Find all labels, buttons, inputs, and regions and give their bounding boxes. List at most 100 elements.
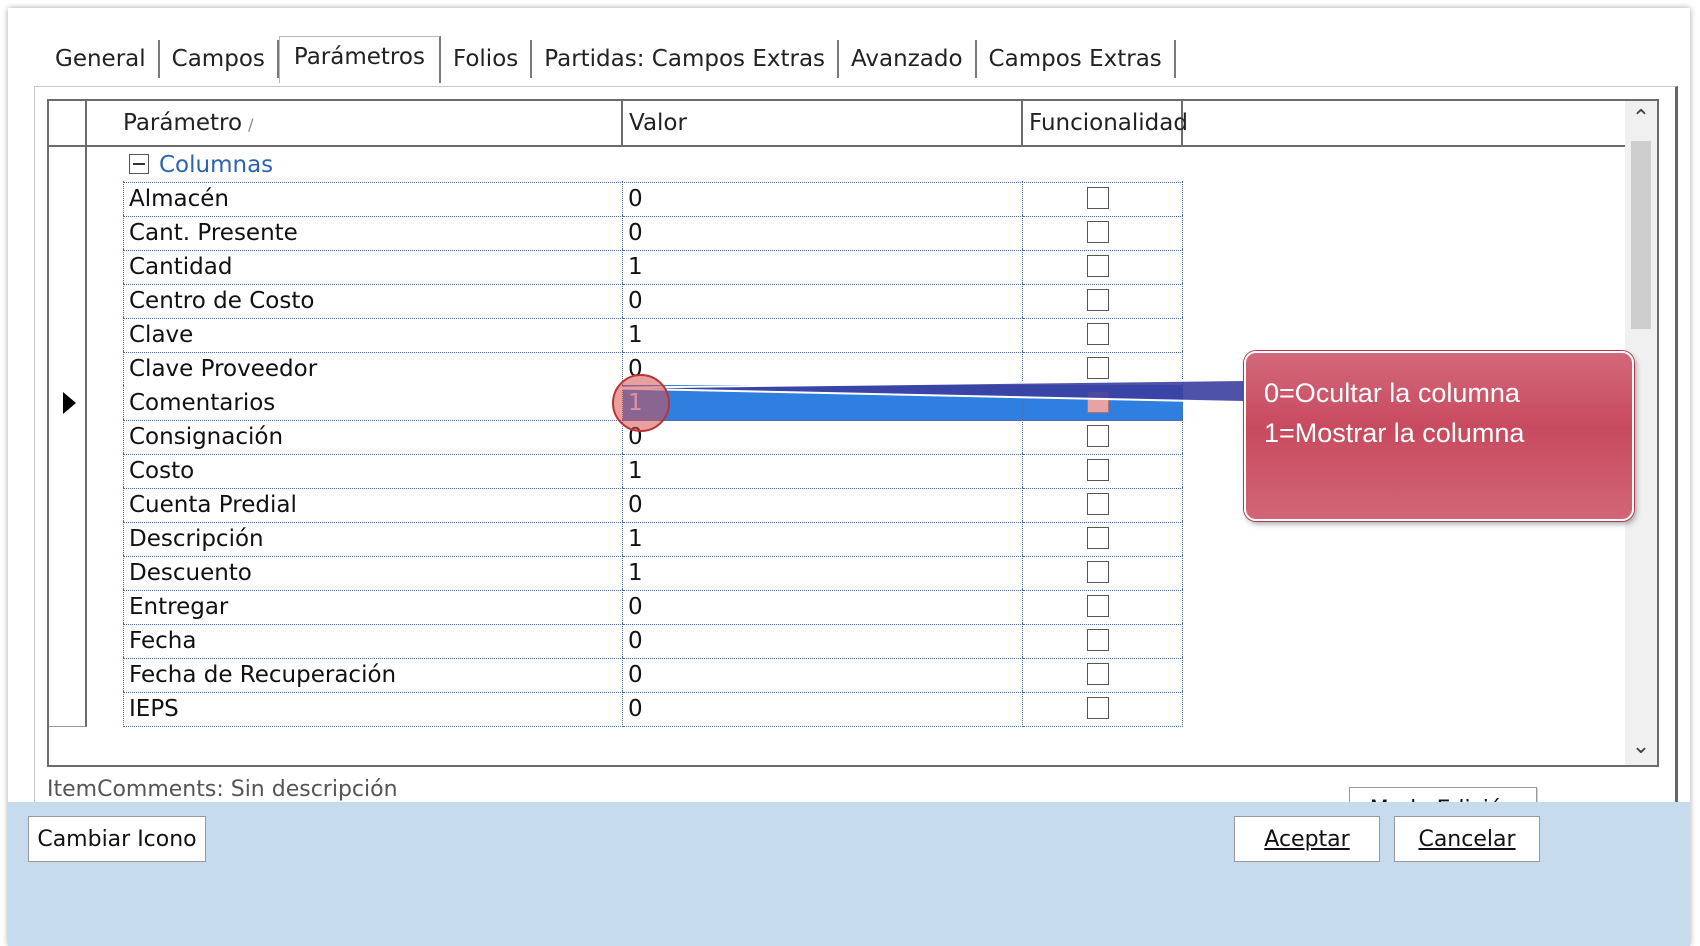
functionality-checkbox[interactable] [1087,629,1109,651]
tab-general[interactable]: General [43,40,160,78]
row-indicator [49,487,87,523]
functionality-checkbox[interactable] [1087,493,1109,515]
accept-button-label: Aceptar [1264,827,1350,852]
functionality-cell [1023,419,1183,455]
table-row[interactable]: Descuento 1 [49,555,1249,591]
table-row[interactable]: Fecha de Recuperación 0 [49,657,1249,693]
table-row[interactable]: Clave 1 [49,317,1249,353]
scroll-up-icon[interactable]: ⌃ [1625,101,1657,137]
param-value-cell[interactable]: 1 [623,555,1023,591]
functionality-checkbox[interactable] [1087,663,1109,685]
table-row[interactable]: Descripción 1 [49,521,1249,557]
functionality-checkbox[interactable] [1087,289,1109,311]
header-parametro[interactable]: Parámetro / [87,101,623,145]
table-row[interactable]: Almacén 0 [49,181,1249,217]
tab-bar: General Campos Parámetros Folios Partida… [43,34,1176,83]
annotation-callout: 0=Ocultar la columna 1=Mostrar la column… [1244,351,1634,521]
tab-campos[interactable]: Campos [160,40,279,78]
change-icon-button[interactable]: Cambiar Icono [28,816,206,862]
scroll-down-icon[interactable]: ⌄ [1625,729,1657,765]
param-value-cell[interactable]: 0 [623,623,1023,659]
table-row[interactable]: IEPS 0 [49,691,1249,727]
table-row[interactable]: Cant. Presente 0 [49,215,1249,251]
functionality-checkbox[interactable] [1087,255,1109,277]
row-indicator [49,351,87,387]
row-indicator [49,453,87,489]
row-indicator [49,589,87,625]
param-value-cell[interactable]: 1 [623,385,1023,421]
table-row[interactable]: Centro de Costo 0 [49,283,1249,319]
accept-button[interactable]: Aceptar [1234,816,1380,862]
header-funcionalidad[interactable]: Funcionalidad [1023,101,1188,145]
header-valor[interactable]: Valor [623,101,1023,145]
param-name-cell: Comentarios [123,385,623,421]
tab-folios[interactable]: Folios [441,40,533,78]
param-value-cell[interactable]: 0 [623,351,1023,387]
param-value-cell[interactable]: 0 [623,419,1023,455]
group-row-columnas[interactable]: Columnas [49,147,1249,183]
functionality-checkbox[interactable] [1087,357,1109,379]
cancel-button[interactable]: Cancelar [1394,816,1540,862]
param-name-cell: Fecha de Recuperación [123,657,623,693]
table-row[interactable]: Cantidad 1 [49,249,1249,285]
callout-line-show: 1=Mostrar la columna [1264,418,1525,448]
param-name-cell: Clave [123,317,623,353]
functionality-checkbox[interactable] [1087,561,1109,583]
param-name-cell: Cantidad [123,249,623,285]
functionality-checkbox[interactable] [1087,697,1109,719]
functionality-cell [1023,317,1183,353]
functionality-cell [1023,453,1183,489]
functionality-cell [1023,521,1183,557]
functionality-cell [1023,385,1183,421]
functionality-checkbox[interactable] [1087,221,1109,243]
param-name-cell: Costo [123,453,623,489]
param-value-cell[interactable]: 0 [623,691,1023,727]
param-name-cell: IEPS [123,691,623,727]
param-value-cell[interactable]: 1 [623,317,1023,353]
param-name-cell: Descuento [123,555,623,591]
row-indicator [49,215,87,251]
header-parametro-label: Parámetro [123,110,243,136]
functionality-checkbox[interactable] [1087,187,1109,209]
functionality-checkbox[interactable] [1087,391,1109,413]
table-row[interactable]: Costo 1 [49,453,1249,489]
param-value-cell[interactable]: 0 [623,283,1023,319]
param-value-cell[interactable]: 0 [623,657,1023,693]
functionality-checkbox[interactable] [1087,425,1109,447]
param-value-cell[interactable]: 0 [623,181,1023,217]
cancel-button-label: Cancelar [1418,827,1516,852]
functionality-checkbox[interactable] [1087,527,1109,549]
collapse-icon[interactable] [129,153,149,174]
param-value-cell[interactable]: 0 [623,487,1023,523]
group-header[interactable]: Columnas [123,147,1183,183]
row-indicator [49,249,87,285]
param-name-cell: Cant. Presente [123,215,623,251]
param-value-cell[interactable]: 1 [623,521,1023,557]
tab-parametros[interactable]: Parámetros [278,36,441,83]
functionality-cell [1023,215,1183,251]
param-value-cell[interactable]: 1 [623,249,1023,285]
param-name-cell: Entregar [123,589,623,625]
functionality-checkbox[interactable] [1087,459,1109,481]
tab-avanzado[interactable]: Avanzado [839,40,977,78]
tab-partidas-campos-extras[interactable]: Partidas: Campos Extras [532,40,840,78]
scroll-thumb[interactable] [1631,141,1651,329]
functionality-cell [1023,249,1183,285]
param-value-cell[interactable]: 0 [623,215,1023,251]
table-row[interactable]: Entregar 0 [49,589,1249,625]
table-row[interactable]: Fecha 0 [49,623,1249,659]
row-indicator [49,623,87,659]
param-value-cell[interactable]: 1 [623,453,1023,489]
param-name-cell: Clave Proveedor [123,351,623,387]
grid-header: Parámetro / Valor Funcionalidad [49,101,1625,147]
group-label: Columnas [159,152,274,178]
functionality-checkbox[interactable] [1087,323,1109,345]
table-row[interactable]: Cuenta Predial 0 [49,487,1249,523]
dialog-window: General Campos Parámetros Folios Partida… [8,8,1690,946]
functionality-checkbox[interactable] [1087,595,1109,617]
tab-campos-extras[interactable]: Campos Extras [977,40,1176,78]
param-value-cell[interactable]: 0 [623,589,1023,625]
functionality-cell [1023,691,1183,727]
functionality-cell [1023,181,1183,217]
status-description: ItemComments: Sin descripción [47,777,398,802]
